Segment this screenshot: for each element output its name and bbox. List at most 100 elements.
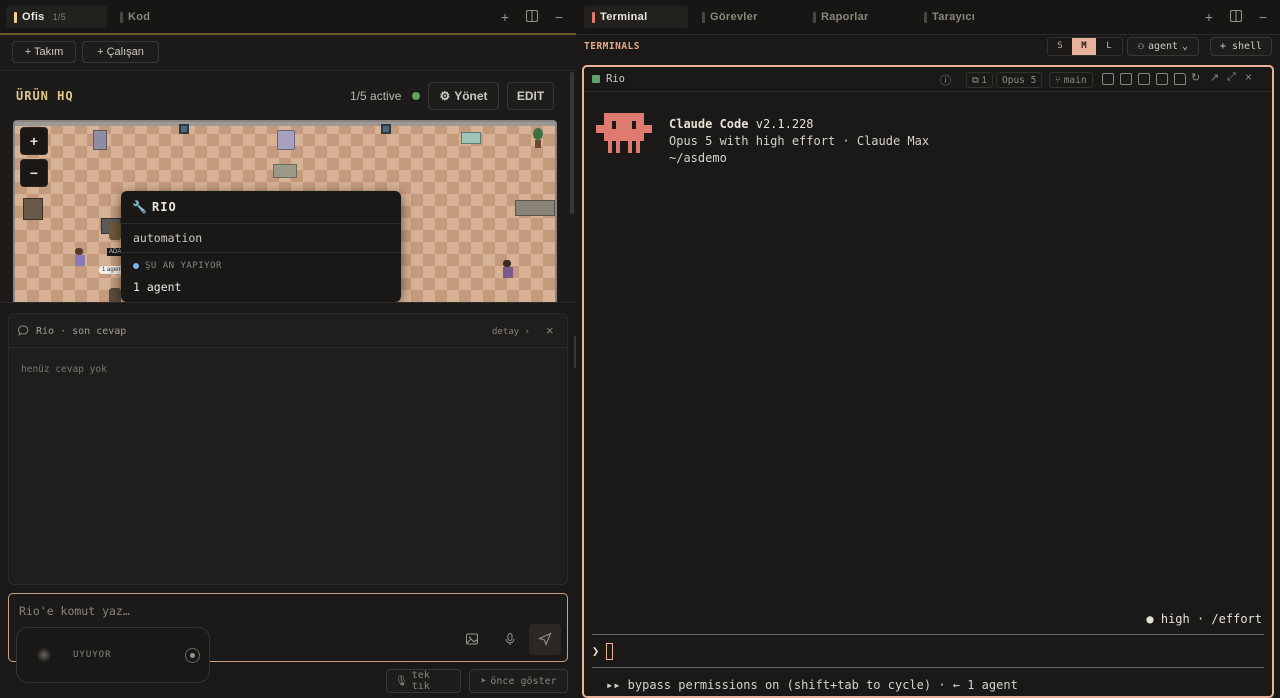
info-icon[interactable]: ⓘ [940,72,951,88]
active-count: 1/5 active [350,89,402,103]
reply-title: Rio · son cevap [36,326,127,337]
zoom-out-button[interactable]: − [20,159,48,187]
add-tab-icon[interactable]: + [497,9,513,25]
external-link-icon[interactable]: ↗ [1210,71,1219,84]
tooltip-header: 🔧 RIO [121,191,401,224]
microphone-icon: 🎙 [395,675,408,687]
terminal-header: Rio ⓘ ⧉ 1 Opus 5 ⑂ main ↻ ↗ ⤢ × [584,67,1272,92]
preview-label: önce göster [490,675,557,687]
tab-marker [702,11,705,23]
tab-label: Kod [128,11,151,23]
document-icon[interactable] [1174,73,1186,85]
users-icon: ⚇ [1137,41,1144,52]
right-tab-bar: Terminal Görevler Raporlar Tarayıcı + − [576,0,1280,35]
status-toggle[interactable] [185,648,200,663]
rug-sprite [273,164,297,178]
expand-icon[interactable]: ⤢ [1227,71,1236,84]
left-tab-bar: Ofis 1/5 Kod + − [0,0,576,35]
size-option-l[interactable]: L [1096,38,1122,55]
detail-link[interactable]: detay › [492,327,530,337]
close-icon[interactable]: × [1245,70,1252,84]
split-view-icon[interactable] [524,9,540,25]
agent-count-chip[interactable]: ⧉ 1 [966,72,994,88]
cursor[interactable] [606,643,613,660]
split-view-icon[interactable] [1228,9,1244,25]
add-tab-icon[interactable]: + [1201,9,1217,25]
tab-terminal[interactable]: Terminal [584,6,688,28]
tab-tarayici[interactable]: Tarayıcı [916,6,1016,28]
sleep-status-widget: UYUYOR [16,627,210,683]
manage-button[interactable]: ⚙ Yönet [428,82,499,110]
tab-ofis[interactable]: Ofis 1/5 [6,6,107,28]
size-option-s[interactable]: S [1048,38,1072,55]
activity-value: 1 agent [133,280,182,294]
layout-bottom-icon[interactable] [1138,73,1150,85]
tab-label: Terminal [600,11,648,23]
agent-select-value: agent [1147,41,1179,52]
agent-select[interactable]: ⚇ agent ⌄ [1127,37,1199,56]
painting-sprite [461,132,481,144]
minimize-icon[interactable]: − [551,9,567,25]
agent-tooltip: 🔧 RIO automation ŞU AN YAPIYOR 1 agent [121,191,401,302]
send-button[interactable] [529,624,561,655]
status-orb [37,648,51,662]
tab-kod[interactable]: Kod [112,6,192,28]
terminal-name: Rio [606,73,625,85]
tab-label: Raporlar [821,11,869,23]
terminal-pane: Terminal Görevler Raporlar Tarayıcı + − … [576,0,1280,698]
character-sprite[interactable] [109,288,121,302]
app-name: Claude Code [669,117,749,131]
zoom-in-button[interactable]: + [20,127,48,155]
reply-header: Rio · son cevap detay › × [9,314,567,348]
tab-marker [592,11,595,23]
refresh-icon[interactable]: ↻ [1191,71,1200,84]
tab-marker [14,11,17,23]
gear-icon: ⚙ [439,89,451,103]
copy-icon: ⧉ [972,74,979,86]
single-click-button[interactable]: 🎙 tek tık [386,669,461,693]
plant-sprite [531,128,545,150]
terminal-status-dot [592,75,600,83]
minimize-icon[interactable]: − [1255,9,1271,25]
layout-right-icon[interactable] [1156,73,1168,85]
tab-label: Ofis [22,11,45,23]
terminal-window[interactable]: Rio ⓘ ⧉ 1 Opus 5 ⑂ main ↻ ↗ ⤢ × Claude C… [582,65,1274,698]
manage-label: Yönet [454,89,488,103]
chat-bubble-icon [18,325,29,339]
add-team-button[interactable]: + Takım [12,41,76,63]
model-chip[interactable]: Opus 5 [996,72,1043,88]
activity-label: ŞU AN YAPIYOR [145,261,222,271]
image-icon[interactable] [465,632,479,649]
command-input[interactable]: Rio'e komut yaz… [19,604,130,618]
bookshelf-sprite [23,198,43,220]
layout-left-icon[interactable] [1102,73,1114,85]
empty-reply-text: henüz cevap yok [21,364,107,375]
tab-count: 1/5 [52,12,67,22]
add-shell-button[interactable]: + shell [1210,37,1272,56]
character-sprite[interactable] [109,222,121,240]
tab-gorevler[interactable]: Görevler [694,6,794,28]
layout-top-icon[interactable] [1120,73,1132,85]
agent-name: RIO [152,200,177,214]
cwd-line: ~/asdemo [669,151,727,165]
wall [15,122,555,126]
app-version: v2.1.228 [755,117,814,131]
tab-marker [813,11,816,23]
close-icon[interactable]: × [546,323,554,338]
branch-chip[interactable]: ⑂ main [1049,72,1093,88]
character-sprite[interactable] [75,248,85,268]
tab-raporlar[interactable]: Raporlar [805,6,905,28]
single-click-label: tek tık [411,670,430,692]
microphone-icon[interactable] [503,632,517,649]
preview-button[interactable]: ➤ önce göster [469,669,568,693]
map-scrollbar[interactable] [570,72,574,214]
activity-dot [133,263,139,269]
reply-panel: Rio · son cevap detay › × henüz cevap yo… [8,313,568,585]
chair-sprite [277,130,295,150]
size-option-m[interactable]: M [1072,38,1096,55]
office-title: ÜRÜN HQ [16,89,74,103]
send-icon: ➤ [480,675,487,687]
add-employee-button[interactable]: + Çalışan [82,41,159,63]
character-sprite[interactable] [503,260,513,280]
edit-button[interactable]: EDIT [507,82,554,110]
